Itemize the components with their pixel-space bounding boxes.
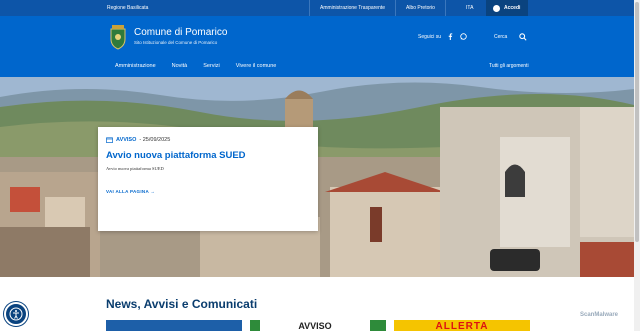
nav-item-amministrazione[interactable]: Amministrazione [115, 63, 156, 69]
calendar-icon [106, 137, 113, 143]
watermark: ScanMalware [580, 312, 619, 318]
hero-card[interactable]: AVVISO - 25/09/2025 Avvio nuova piattafo… [98, 127, 318, 231]
nav-item-novita[interactable]: Novità [172, 63, 188, 69]
search-label: Cerca [494, 34, 508, 40]
transparency-link[interactable]: Amministrazione Trasparente [310, 0, 397, 16]
all-topics-link[interactable]: Tutti gli argomenti [489, 63, 529, 69]
crest-icon[interactable] [108, 24, 128, 50]
social-links: Seguici su [418, 33, 467, 40]
thumb-avviso-text: AVVISO [260, 320, 370, 331]
news-section-title: News, Avvisi e Comunicati [106, 297, 258, 311]
hero-image: AVVISO - 25/09/2025 Avvio nuova piattafo… [0, 77, 634, 277]
more-label: VAI ALLA PAGINA [106, 189, 149, 194]
scrollbar-thumb[interactable] [635, 2, 639, 242]
site-title[interactable]: Comune di Pomarico [134, 27, 227, 38]
news-thumb-2[interactable]: AVVISO [250, 320, 386, 331]
site-subtitle: Sito Istituzionale del Comune di Pomaric… [134, 40, 218, 45]
login-button[interactable]: Accedi [486, 0, 528, 16]
login-label: Accedi [504, 5, 521, 11]
search-area[interactable]: Cerca [494, 33, 527, 41]
center-header: Comune di Pomarico Sito Istituzionale de… [0, 16, 634, 77]
slim-header: Regione Basilicata Amministrazione Trasp… [0, 0, 634, 16]
region-link[interactable]: Regione Basilicata [107, 5, 148, 11]
user-icon [493, 4, 500, 12]
news-thumb-3[interactable]: ALLERTA [394, 320, 530, 332]
thumb-allerta-text: ALLERTA [435, 321, 489, 332]
card-title[interactable]: Avvio nuova piattaforma SUED [106, 150, 310, 161]
card-date: - 25/09/2025 [139, 137, 171, 143]
nav-item-servizi[interactable]: Servizi [203, 63, 220, 69]
card-category[interactable]: AVVISO [116, 137, 136, 143]
slim-links: Amministrazione Trasparente Albo Pretori… [309, 0, 446, 16]
nav-item-vivere[interactable]: Vivere il comune [236, 63, 277, 69]
language-selector[interactable]: ITA [466, 5, 473, 11]
arrow-right-icon: → [150, 189, 156, 194]
accessibility-button[interactable] [4, 302, 28, 326]
accessibility-icon [9, 307, 23, 321]
news-thumb-1[interactable] [106, 320, 242, 331]
main-nav: Amministrazione Novità Servizi Vivere il… [115, 63, 276, 69]
card-description: Avvio nuova piattaforma SUED [106, 166, 164, 171]
whatsapp-icon[interactable] [460, 33, 467, 40]
facebook-icon[interactable] [447, 33, 454, 40]
card-meta: AVVISO - 25/09/2025 [106, 137, 310, 143]
search-icon[interactable] [519, 33, 527, 41]
social-label: Seguici su [418, 33, 442, 40]
albo-link[interactable]: Albo Pretorio [396, 0, 446, 16]
card-more-link[interactable]: VAI ALLA PAGINA → [106, 189, 155, 194]
scrollbar[interactable] [634, 0, 640, 331]
